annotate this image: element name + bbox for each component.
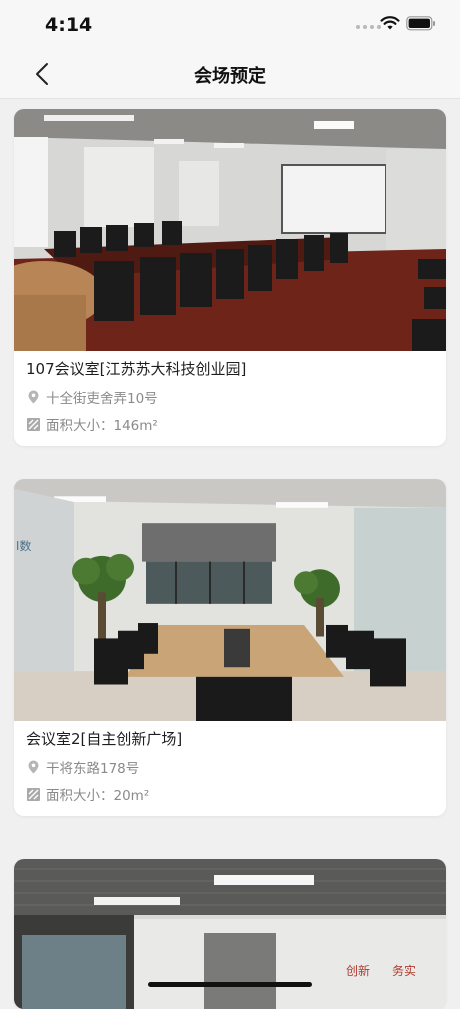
venue-card[interactable]: 107会议室[江苏苏大科技创业园] 十全街吏舍弄10号 面积大小：146m²: [14, 109, 446, 446]
venue-address-row: 十全街吏舍弄10号: [26, 387, 434, 407]
venue-card[interactable]: l数 会议室2[自主创新广场] 干将东路178号 面积大小：20m²: [14, 479, 446, 816]
wall-sign-right: 务实: [392, 963, 416, 978]
location-pin-icon: [26, 760, 40, 774]
status-time: 4:14: [45, 14, 93, 36]
wall-sign-left: l数: [16, 539, 32, 553]
venue-address: 十全街吏舍弄10号: [46, 391, 158, 407]
wall-sign-center: 创新: [346, 963, 370, 978]
location-pin-icon: [26, 390, 40, 404]
venue-area-row: 面积大小：146m²: [26, 414, 434, 434]
area-square-icon: [26, 787, 40, 801]
venue-photo: [14, 109, 446, 351]
venue-area: 面积大小：146m²: [46, 418, 158, 434]
home-indicator[interactable]: [148, 982, 312, 987]
status-bar: 4:14: [0, 0, 460, 48]
wifi-icon: [380, 16, 400, 30]
venue-address: 干将东路178号: [46, 761, 140, 777]
venue-photo: l数: [14, 479, 446, 721]
venue-address-row: 干将东路178号: [26, 757, 434, 777]
venue-area-row: 面积大小：20m²: [26, 784, 434, 804]
signal-dots-icon: [356, 25, 381, 29]
venue-area: 面积大小：20m²: [46, 788, 150, 804]
navigation-bar: 会场预定: [0, 48, 460, 99]
venue-title: 会议室2[自主创新广场]: [26, 730, 183, 748]
page-title: 会场预定: [194, 66, 266, 87]
area-square-icon: [26, 417, 40, 431]
battery-icon: [406, 16, 435, 31]
venue-title: 107会议室[江苏苏大科技创业园]: [26, 360, 247, 378]
